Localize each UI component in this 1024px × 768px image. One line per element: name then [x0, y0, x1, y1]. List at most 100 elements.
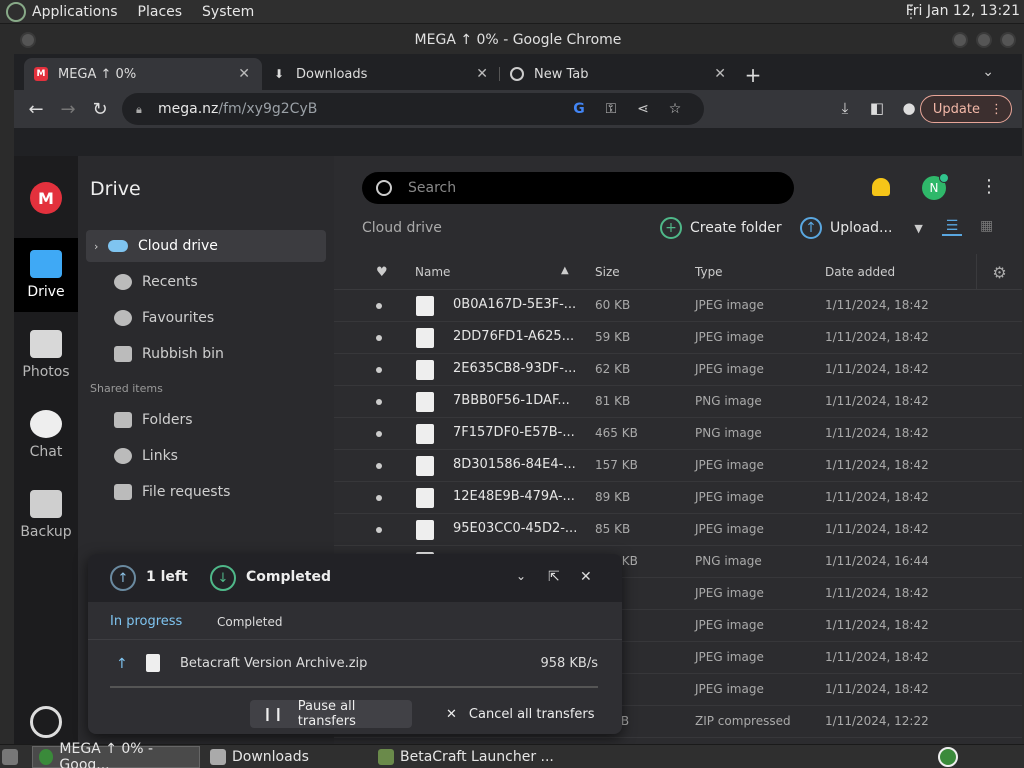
column-settings-gear-icon[interactable]: ⚙ [976, 254, 1022, 290]
list-view-icon[interactable]: ☰ [942, 218, 962, 236]
tab-label: Downloads [296, 66, 368, 82]
favourite-dot-icon[interactable] [376, 495, 382, 501]
rail-item-backup[interactable]: Backup [14, 478, 78, 552]
address-bar[interactable]: 🔒︎ mega.nz/fm/xy9g2CyB G ⚿ ⋖ ☆ [122, 93, 704, 125]
close-panel-icon[interactable]: ✕ [580, 569, 592, 585]
window-menu-button[interactable] [20, 32, 36, 48]
cancel-all-transfers-button[interactable]: ✕ Cancel all transfers [446, 700, 595, 728]
back-arrow-icon[interactable]: ← [20, 93, 52, 125]
taskbar: MEGA ↑ 0% - Goog... Downloads BetaCraft … [0, 741, 1024, 768]
file-thumbnail-icon [416, 520, 434, 540]
minimize-button[interactable] [952, 32, 968, 48]
omnibox-actions: G ⚿ ⋖ ☆ [570, 101, 684, 117]
file-size: 81 KB [595, 394, 631, 408]
column-date-added[interactable]: Date added [825, 265, 895, 279]
tab-close-icon[interactable]: ✕ [476, 66, 488, 82]
tab-mega[interactable]: M MEGA ↑ 0% ✕ [24, 58, 262, 90]
breadcrumb[interactable]: Cloud drive [362, 220, 442, 236]
kebab-menu-icon: ⋮ [990, 101, 1003, 117]
transfer-manager-icon[interactable] [30, 706, 62, 738]
favourite-dot-icon[interactable] [376, 431, 382, 437]
notifications-bell-icon[interactable] [872, 178, 890, 196]
sidebar-item-file-requests[interactable]: File requests [86, 476, 326, 508]
show-desktop-icon[interactable] [2, 746, 26, 768]
taskbar-item-chrome[interactable]: MEGA ↑ 0% - Goog... [32, 741, 200, 768]
sidebar-item-cloud-drive[interactable]: › Cloud drive [86, 230, 326, 262]
table-row[interactable]: 2DD76FD1-A625... 59 KB JPEG image 1/11/2024… [334, 322, 1022, 354]
tab-close-icon[interactable]: ✕ [238, 66, 250, 82]
favourite-dot-icon[interactable] [376, 367, 382, 373]
maximize-button[interactable] [976, 32, 992, 48]
favourite-column-heart-icon[interactable]: ♥ [376, 265, 388, 280]
column-type[interactable]: Type [695, 265, 723, 279]
side-panel-icon[interactable]: ◧ [866, 96, 888, 120]
taskbar-item-betacraft[interactable]: BetaCraft Launcher ... [372, 746, 560, 768]
favourite-dot-icon[interactable] [376, 527, 382, 533]
sidebar-item-favourites[interactable]: Favourites [86, 302, 326, 334]
pause-all-transfers-button[interactable]: ❙❙ Pause all transfers [250, 699, 412, 729]
table-row[interactable]: 2E635CB8-93DF-... 62 KB JPEG image 1/11/202… [334, 354, 1022, 386]
tray-chrome-icon[interactable] [938, 747, 958, 767]
close-window-button[interactable] [1000, 32, 1016, 48]
sidebar-item-links[interactable]: Links [86, 440, 326, 472]
table-row[interactable]: 12E48E9B-479A-... 89 KB JPEG image 1/11/202… [334, 482, 1022, 514]
create-folder-button[interactable]: + Create folder [660, 216, 782, 240]
tab-completed[interactable]: Completed [217, 615, 282, 629]
file-name: 12E48E9B-479A-... [453, 489, 575, 504]
update-button[interactable]: Update ⋮ [919, 95, 1012, 123]
table-row[interactable]: 7F157DF0-E57B-... 465 KB PNG image 1/11/202… [334, 418, 1022, 450]
table-row[interactable]: 8D301586-84E4-... 157 KB JPEG image 1/11/20… [334, 450, 1022, 482]
google-icon[interactable]: G [570, 101, 588, 117]
transfer-item[interactable]: ↑ Betacraft Version Archive.zip 958 KB/s [88, 640, 622, 688]
rail-item-chat[interactable]: Chat [14, 398, 78, 472]
key-icon[interactable]: ⚿ [602, 101, 620, 117]
more-options-icon[interactable]: ⋮ [980, 176, 998, 197]
reload-icon[interactable]: ↻ [84, 93, 116, 125]
tab-new-tab[interactable]: New Tab ✕ [500, 58, 738, 90]
menu-places[interactable]: Places [138, 4, 183, 20]
sidebar-item-folders[interactable]: Folders [86, 404, 326, 436]
forward-arrow-icon[interactable]: → [52, 93, 84, 125]
mega-logo-icon[interactable]: M [30, 182, 62, 214]
tab-search-chevron-icon[interactable]: ⌄ [982, 64, 994, 80]
rail-item-drive[interactable]: Drive [14, 238, 78, 312]
taskbar-item-downloads[interactable]: Downloads [204, 746, 315, 768]
file-date: 1/11/2024, 18:42 [825, 330, 929, 344]
rail-item-photos[interactable]: Photos [14, 318, 78, 392]
tab-downloads[interactable]: ⬇ Downloads ✕ [262, 58, 500, 90]
sidebar-item-recents[interactable]: Recents [86, 266, 326, 298]
expand-window-icon[interactable]: ⇱ [548, 569, 560, 585]
search-input[interactable]: Search [362, 172, 794, 204]
favourite-dot-icon[interactable] [376, 399, 382, 405]
table-row[interactable]: 95E03CC0-45D2-... 85 KB JPEG image 1/11/202… [334, 514, 1022, 546]
column-size[interactable]: Size [595, 265, 620, 279]
profile-icon[interactable]: ● [898, 96, 920, 120]
grid-view-icon[interactable]: ▦ [980, 218, 993, 234]
column-name[interactable]: Name [415, 265, 450, 279]
clock[interactable]: Fri Jan 12, 13:21 [906, 3, 1020, 19]
chevron-down-icon[interactable]: ▼ [914, 222, 922, 235]
collapse-chevron-icon[interactable]: ⌄ [516, 569, 526, 583]
upload-button[interactable]: ↑ Upload... ▼ [800, 216, 923, 240]
menu-applications[interactable]: Applications [32, 4, 118, 20]
favourite-dot-icon[interactable] [376, 303, 382, 309]
desktop-logo-icon[interactable] [6, 1, 26, 22]
favourite-dot-icon[interactable] [376, 463, 382, 469]
tab-close-icon[interactable]: ✕ [714, 66, 726, 82]
share-icon[interactable]: ⋖ [634, 101, 652, 117]
menu-system[interactable]: System [202, 4, 254, 20]
downloads-icon[interactable]: ⤓ [834, 96, 856, 120]
table-row[interactable]: 0B0A167D-5E3F-... 60 KB JPEG image 1/11/202… [334, 290, 1022, 322]
avatar[interactable]: N [922, 173, 949, 200]
new-tab-plus-icon[interactable]: + [738, 60, 768, 90]
star-icon[interactable]: ☆ [666, 101, 684, 117]
table-row[interactable]: 7BBB0F56-1DAF... 81 KB PNG image 1/11/2024,… [334, 386, 1022, 418]
favourite-dot-icon[interactable] [376, 335, 382, 341]
file-date: 1/11/2024, 18:42 [825, 522, 929, 536]
tab-in-progress[interactable]: In progress [110, 614, 182, 629]
sort-ascending-icon[interactable]: ▲ [561, 265, 569, 276]
sidebar-item-rubbish-bin[interactable]: Rubbish bin [86, 338, 326, 370]
window-titlebar[interactable]: MEGA ↑ 0% - Google Chrome [14, 26, 1022, 54]
chevron-right-icon[interactable]: › [94, 240, 108, 253]
lock-icon[interactable]: 🔒︎ [136, 103, 148, 116]
